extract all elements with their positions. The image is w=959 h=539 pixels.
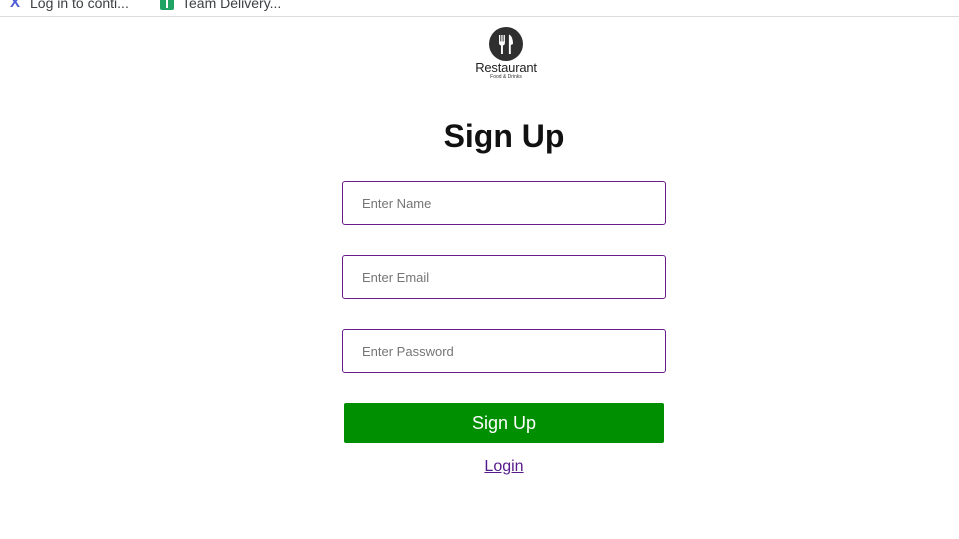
green-sheet-icon [160, 0, 174, 10]
password-input[interactable] [342, 329, 666, 373]
bookmarks-bar: X Log in to conti... Team Delivery... [0, 0, 959, 17]
name-input[interactable] [342, 181, 666, 225]
page-title: Sign Up [443, 118, 565, 154]
login-link[interactable]: Login [343, 458, 665, 476]
bookmark-team-delivery[interactable]: Team Delivery... [160, 0, 281, 13]
blue-logo-icon: X [9, 0, 20, 11]
bookmark-label: Log in to conti... [30, 0, 129, 11]
restaurant-logo: Restaurant Food & Drinks [468, 27, 544, 83]
email-input[interactable] [342, 255, 666, 299]
logo-title: Restaurant [475, 60, 537, 75]
bookmark-log-in[interactable]: X Log in to conti... [8, 0, 129, 13]
fork-knife-icon [489, 27, 523, 61]
sign-up-button[interactable]: Sign Up [344, 403, 664, 443]
bookmark-label: Team Delivery... [182, 0, 282, 11]
